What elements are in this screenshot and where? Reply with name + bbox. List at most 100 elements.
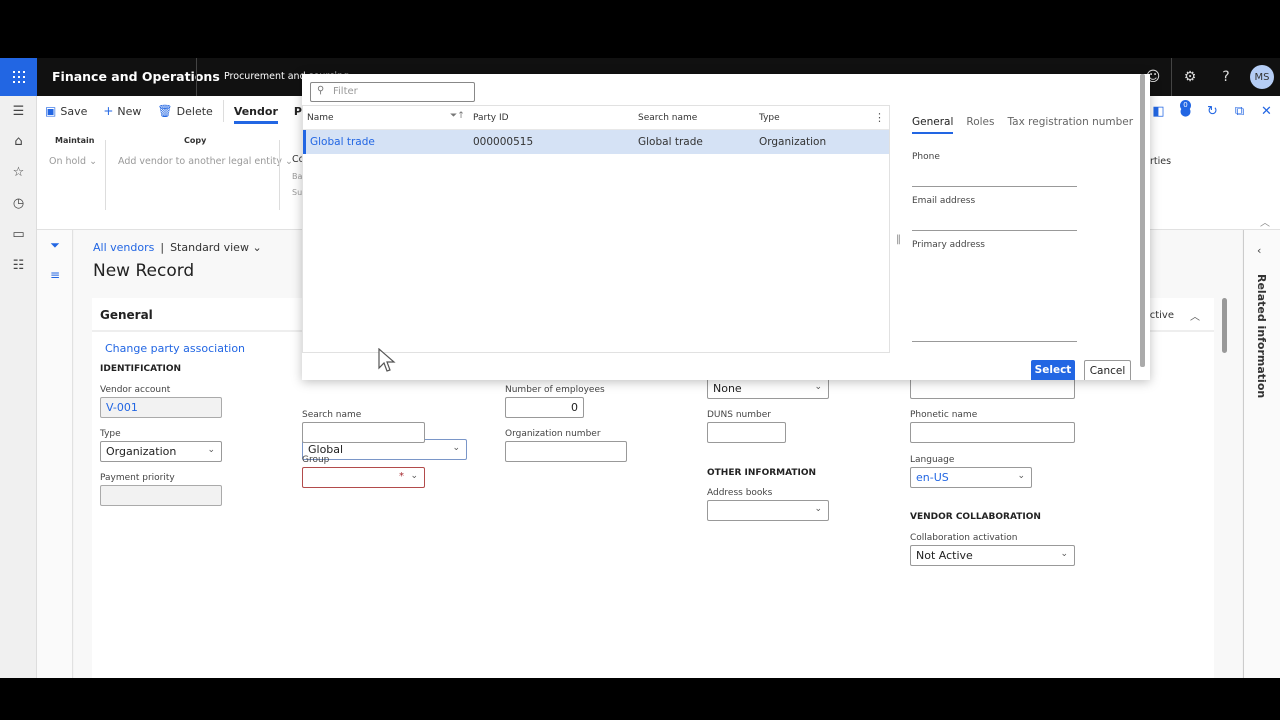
trash-icon: 🗑	[157, 104, 173, 118]
divider	[279, 140, 280, 210]
column-header-party-id[interactable]: Party ID	[473, 113, 509, 123]
home-icon[interactable]: ⌂	[0, 128, 37, 154]
language-value: en-US	[916, 471, 949, 484]
page-title: New Record	[93, 261, 195, 281]
close-icon[interactable]: ✕	[1253, 104, 1280, 119]
favorites-star-icon[interactable]: ☆	[0, 159, 37, 185]
settings-gear-icon[interactable]: ⚙	[1172, 58, 1208, 96]
help-icon[interactable]: ?	[1208, 58, 1244, 96]
app-launcher-button[interactable]	[0, 58, 37, 96]
left-navigation: ☰ ⌂ ☆ ◷ ▭ ☷	[0, 96, 37, 678]
email-address-label: Email address	[912, 196, 976, 206]
tab-vendor[interactable]: Vendor	[226, 96, 286, 126]
workspaces-icon[interactable]: ▭	[0, 221, 37, 247]
other-information-heading: OTHER INFORMATION	[707, 468, 817, 478]
filter-input[interactable]: ⚲ Filter	[310, 82, 475, 102]
address-books-dropdown[interactable]: ⌄	[707, 500, 829, 521]
chevron-down-icon: ⌄	[452, 443, 460, 453]
party-lookup-dialog: ⚲ Filter Name ⏷↑ Party ID Search name Ty…	[302, 74, 1150, 380]
type-label: Type	[100, 429, 121, 439]
refresh-icon[interactable]: ↻	[1199, 104, 1226, 119]
save-button[interactable]: ▣ Save	[37, 96, 95, 126]
chevron-down-icon: ⌄	[814, 382, 822, 392]
duns-number-field[interactable]	[707, 422, 786, 443]
new-label: New	[117, 104, 142, 118]
list-lines-icon[interactable]: ≡	[37, 268, 73, 282]
vendor-account-label: Vendor account	[100, 385, 171, 395]
collaboration-activation-label: Collaboration activation	[910, 533, 1018, 543]
select-button[interactable]: Select	[1031, 360, 1075, 380]
hamburger-menu-icon[interactable]: ☰	[0, 98, 37, 124]
open-new-window-icon[interactable]: ⧉	[1226, 104, 1253, 119]
table-row[interactable]: Global trade 000000515 Global trade Orga…	[303, 130, 889, 154]
column4-value: None	[713, 382, 742, 395]
mouse-cursor-icon	[378, 348, 396, 372]
column-header-search-name[interactable]: Search name	[638, 113, 697, 123]
party-grid: Name ⏷↑ Party ID Search name Type ⋮ Glob…	[302, 105, 890, 353]
recent-clock-icon[interactable]: ◷	[0, 190, 37, 216]
tab-general[interactable]: General	[912, 116, 954, 134]
group-item-partial[interactable]: Su	[292, 188, 302, 197]
filter-icon[interactable]: ⏷	[37, 238, 73, 253]
phonetic-name-field[interactable]	[910, 422, 1075, 443]
address-books-label: Address books	[707, 488, 773, 498]
cell-type: Organization	[759, 136, 827, 148]
tab-roles[interactable]: Roles	[966, 116, 994, 132]
partial-action-label[interactable]: rties	[1150, 156, 1171, 167]
waffle-icon	[12, 71, 25, 83]
cell-name[interactable]: Global trade	[310, 136, 375, 148]
page-breadcrumb: All vendors | Standard view ⌄	[93, 241, 262, 254]
delete-button[interactable]: 🗑 Delete	[149, 96, 220, 126]
chevron-down-icon: ⌄	[89, 156, 98, 167]
payment-priority-field[interactable]	[100, 485, 222, 506]
primary-address-label: Primary address	[912, 240, 985, 250]
chevron-down-icon: ⌄	[1060, 549, 1068, 559]
column-header-type[interactable]: Type	[759, 113, 780, 123]
column4-dropdown[interactable]: None ⌄	[707, 378, 829, 399]
on-hold-dropdown[interactable]: On hold ⌄	[49, 156, 97, 167]
identification-heading: IDENTIFICATION	[100, 364, 182, 374]
user-avatar[interactable]: MS	[1250, 65, 1274, 89]
cancel-button[interactable]: Cancel	[1084, 360, 1131, 380]
divider	[105, 140, 106, 210]
new-button[interactable]: + New	[95, 96, 149, 126]
related-information-pane[interactable]: ‹ Related information	[1243, 230, 1280, 678]
pane-splitter-handle[interactable]: ‖	[896, 234, 901, 245]
side-filter-pane: ⏷ ≡	[37, 230, 73, 678]
chevron-down-icon: ⌄	[252, 241, 262, 254]
group-title-maintain: Maintain	[55, 136, 95, 145]
collaboration-activation-dropdown[interactable]: Not Active ⌄	[910, 545, 1075, 566]
search-name-field[interactable]	[302, 422, 425, 443]
chevron-left-icon[interactable]: ‹	[1257, 244, 1261, 257]
type-dropdown[interactable]: Organization ⌄	[100, 441, 222, 462]
all-vendors-link[interactable]: All vendors	[93, 241, 154, 254]
tab-tax-registration-number[interactable]: Tax registration number	[1008, 116, 1134, 132]
dialog-scrollbar[interactable]	[1140, 74, 1145, 367]
vendor-account-field[interactable]: V-001	[100, 397, 222, 418]
chevron-down-icon: ⌄	[1017, 471, 1025, 481]
column-header-name[interactable]: Name	[307, 113, 334, 123]
view-selector[interactable]: Standard view ⌄	[170, 241, 262, 254]
phone-label: Phone	[912, 152, 940, 162]
language-dropdown[interactable]: en-US ⌄	[910, 467, 1032, 488]
change-party-association-link[interactable]: Change party association	[105, 342, 245, 355]
group-dropdown[interactable]: * ⌄	[302, 467, 425, 488]
filter-sort-icon[interactable]: ⏷↑	[450, 111, 465, 121]
modules-list-icon[interactable]: ☷	[0, 252, 37, 278]
chevron-down-icon: ⌄	[410, 471, 418, 481]
type-value: Organization	[106, 445, 177, 458]
add-vendor-to-legal-entity-dropdown[interactable]: Add vendor to another legal entity ⌄	[118, 156, 293, 167]
chevron-up-icon[interactable]: ︿	[1190, 308, 1200, 323]
app-title[interactable]: Finance and Operations	[52, 69, 220, 84]
content-scrollbar[interactable]	[1222, 298, 1227, 353]
vendor-collaboration-heading: VENDOR COLLABORATION	[910, 512, 1041, 522]
save-label: Save	[60, 104, 88, 118]
organization-number-field[interactable]	[505, 441, 627, 462]
group-item-partial[interactable]: Ba	[292, 172, 302, 181]
payment-priority-label: Payment priority	[100, 473, 175, 483]
collapse-action-pane-icon[interactable]: ︿	[1260, 214, 1270, 229]
messages-icon[interactable]: ● 0	[1172, 99, 1199, 119]
column5-field[interactable]	[910, 378, 1075, 399]
more-options-icon[interactable]: ⋮	[874, 111, 885, 124]
number-of-employees-field[interactable]: 0	[505, 397, 584, 418]
